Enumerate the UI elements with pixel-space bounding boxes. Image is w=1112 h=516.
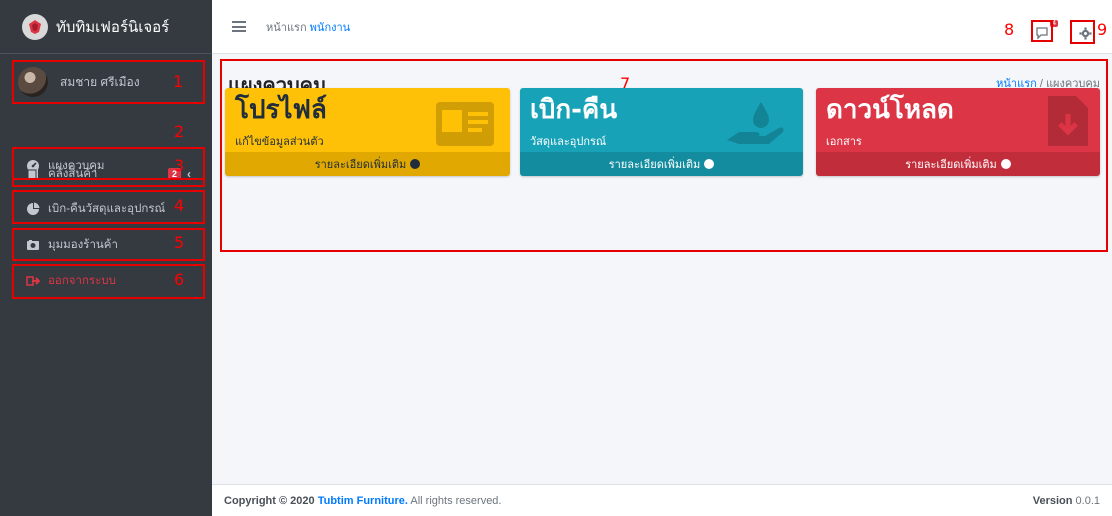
annotation-number-3: 3 <box>174 156 185 175</box>
arrow-circle-right-icon <box>410 159 421 169</box>
footer-brand-link[interactable]: Tubtim Furniture. <box>318 495 408 507</box>
card-more-link[interactable]: รายละเอียดเพิ่มเติม <box>225 152 510 176</box>
card-download[interactable]: ดาวน์โหลด เอกสาร รายละเอียดเพิ่มเติม <box>816 88 1100 176</box>
footer: Copyright © 2020 Tubtim Furniture. All r… <box>212 484 1112 516</box>
card-more-label: รายละเอียดเพิ่มเติม <box>905 159 997 171</box>
annotation-number-1: 1 <box>173 72 184 91</box>
brand-logo-icon <box>22 13 48 40</box>
messages-button[interactable]: 4 <box>1030 20 1058 44</box>
arrow-circle-right-icon <box>704 159 715 169</box>
copy-icon <box>26 167 40 181</box>
settings-button[interactable] <box>1072 22 1098 44</box>
file-download-icon <box>1046 94 1090 151</box>
annotation-number-8: 8 <box>1004 20 1015 39</box>
sidebar-item-label: คลังสินค้า <box>48 167 98 180</box>
annotation-number-5: 5 <box>174 233 185 252</box>
card-profile[interactable]: โปรไฟล์ แก้ไขข้อมูลส่วนตัว รายละเอียดเพิ… <box>225 88 510 176</box>
card-more-label: รายละเอียดเพิ่มเติม <box>608 159 701 171</box>
sidebar-item-label: เบิก-คืนวัสดุและอุปกรณ์ <box>48 202 166 215</box>
menu-toggle-icon[interactable] <box>232 21 246 32</box>
topbar-employee-link[interactable]: พนักงาน <box>310 22 351 34</box>
brand[interactable]: ทับทิมเฟอร์นิเจอร์ <box>0 0 212 54</box>
card-more-link[interactable]: รายละเอียดเพิ่มเติม <box>816 152 1100 176</box>
topbar-home-link[interactable]: หน้าแรก <box>266 22 307 34</box>
topbar-nav: หน้าแรก พนักงาน <box>266 18 350 36</box>
sidebar-item-label: มุมมองร้านค้า <box>48 238 118 251</box>
camera-icon <box>26 238 40 252</box>
card-more-label: รายละเอียดเพิ่มเติม <box>314 159 407 171</box>
user-name[interactable]: สมชาย ศรีเมือง <box>60 73 140 92</box>
footer-version: Version 0.0.1 <box>1032 494 1100 507</box>
topbar: หน้าแรก พนักงาน 8 4 9 <box>212 0 1112 54</box>
card-borrow-return[interactable]: เบิก-คืน วัสดุและอุปกรณ์ รายละเอียดเพิ่ม… <box>520 88 803 176</box>
gear-icon <box>1078 26 1092 40</box>
hand-holding-water-icon <box>725 100 789 153</box>
id-card-icon <box>434 100 496 151</box>
arrow-circle-right-icon <box>1000 159 1011 169</box>
sign-out-icon <box>26 274 40 288</box>
annotation-number-6: 6 <box>174 270 185 289</box>
sidebar-item-label: ออกจากระบบ <box>48 274 116 287</box>
pie-chart-icon <box>26 202 40 216</box>
annotation-number-9: 9 <box>1097 20 1108 39</box>
avatar <box>18 67 48 97</box>
chevron-left-icon[interactable]: ‹ <box>187 167 191 181</box>
messages-badge: 4 <box>1050 20 1058 27</box>
comments-icon <box>1036 27 1048 40</box>
card-more-link[interactable]: รายละเอียดเพิ่มเติม <box>520 152 803 176</box>
annotation-number-2: 2 <box>174 122 185 141</box>
annotation-number-4: 4 <box>174 196 185 215</box>
footer-copyright: Copyright © 2020 Tubtim Furniture. All r… <box>224 494 502 507</box>
brand-name: ทับทิมเฟอร์นิเจอร์ <box>56 18 170 36</box>
sidebar: ทับทิมเฟอร์นิเจอร์ สมชาย ศรีเมือง แผงควบ… <box>0 0 212 516</box>
